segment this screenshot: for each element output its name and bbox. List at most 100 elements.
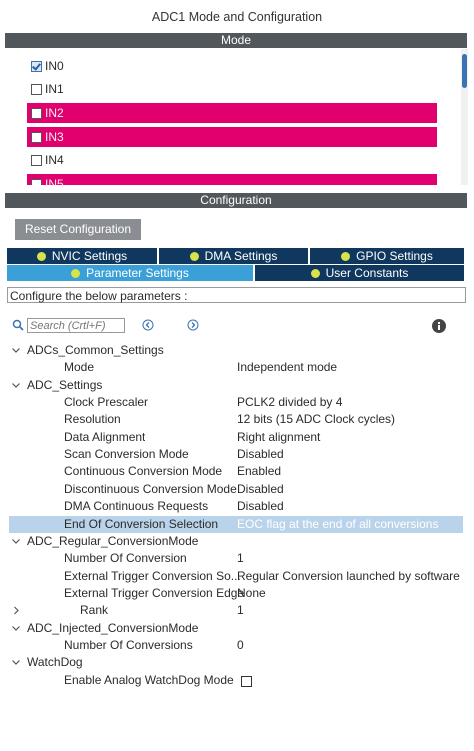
chevron-down-icon[interactable] [11, 654, 21, 671]
tree-param-row[interactable]: DMA Continuous Requests Disabled [9, 498, 463, 515]
mode-channel-label: IN2 [45, 106, 64, 120]
param-value[interactable]: Disabled [237, 498, 463, 515]
checkbox[interactable] [31, 179, 42, 185]
param-name: Continuous Conversion Mode [64, 464, 223, 479]
chevron-down-icon[interactable] [11, 377, 21, 394]
chevron-down-icon[interactable] [11, 533, 21, 550]
window-title: ADC1 Mode and Configuration [151, 10, 323, 24]
tree-subgroup-row[interactable]: Rank 1 [9, 602, 463, 619]
mode-scrollbar-thumb[interactable] [462, 54, 467, 88]
mode-channel-label: IN5 [45, 177, 64, 185]
checkbox-checked[interactable] [31, 61, 42, 72]
tree-group-row[interactable]: ADC_Settings [9, 377, 463, 394]
param-name: External Trigger Conversion So... [64, 568, 241, 583]
param-value[interactable]: None [237, 585, 463, 602]
status-ok-icon [71, 269, 81, 278]
param-name: External Trigger Conversion Edge [64, 585, 245, 600]
chevron-down-icon[interactable] [11, 342, 21, 359]
mode-channel-label: IN4 [45, 153, 64, 167]
mode-channel-list: IN0 IN1 IN2 IN3 IN4 IN5 [5, 49, 461, 185]
param-name: Rank [80, 603, 109, 618]
mode-channel-item[interactable]: IN3 [27, 127, 437, 147]
tab-nvic-settings[interactable]: NVIC Settings [7, 248, 157, 264]
status-ok-icon [341, 252, 351, 261]
param-name: Number Of Conversion [64, 551, 187, 566]
checkbox[interactable] [241, 675, 252, 687]
tree-param-row[interactable]: Mode Independent mode [9, 359, 463, 376]
mode-channel-item[interactable]: IN4 [27, 150, 437, 170]
mode-channel-item[interactable]: IN5 [27, 174, 437, 185]
parameter-description-box: Configure the below parameters : [7, 287, 466, 303]
tree-param-row[interactable]: Continuous Conversion Mode Enabled [9, 463, 463, 480]
mode-channel-item[interactable]: IN1 [27, 79, 437, 99]
search-previous-icon[interactable] [142, 319, 154, 331]
tab-gpio-settings[interactable]: GPIO Settings [310, 248, 464, 264]
tree-param-row[interactable]: Discontinuous Conversion Mode Disabled [9, 481, 463, 498]
tab-label: DMA Settings [204, 249, 278, 263]
mode-section-header[interactable]: Mode [5, 33, 467, 48]
param-name: Resolution [64, 412, 121, 427]
param-name: ADCs_Common_Settings [27, 343, 164, 357]
tree-group-row[interactable]: ADC_Regular_ConversionMode [9, 533, 463, 550]
param-name: DMA Continuous Requests [64, 499, 209, 514]
tab-user-constants[interactable]: User Constants [255, 265, 464, 281]
param-value[interactable]: Regular Conversion launched by software [237, 568, 463, 585]
param-value[interactable]: 12 bits (15 ADC Clock cycles) [237, 411, 463, 428]
configuration-section-header[interactable]: Configuration [5, 193, 467, 208]
tree-param-row[interactable]: Data Alignment Right alignment [9, 429, 463, 446]
tree-param-row[interactable]: Enable Analog WatchDog Mode [9, 672, 463, 689]
mode-channel-item[interactable]: IN2 [27, 103, 437, 123]
checkbox[interactable] [31, 108, 42, 119]
tree-param-row[interactable]: External Trigger Conversion So... Regular… [9, 568, 463, 585]
status-ok-icon [189, 252, 199, 261]
status-ok-icon [36, 252, 46, 261]
param-value[interactable]: 1 [237, 602, 463, 619]
tree-param-row[interactable]: End Of Conversion Selection EOC flag at t… [9, 515, 463, 533]
param-value[interactable]: 1 [237, 550, 463, 567]
tree-param-row[interactable]: Number Of Conversion 1 [9, 550, 463, 567]
tab-label: User Constants [325, 266, 409, 280]
param-name: Clock Prescaler [64, 395, 149, 410]
param-value[interactable]: EOC flag at the end of all conversions [237, 516, 463, 533]
tree-param-row[interactable]: Number Of Conversions 0 [9, 637, 463, 654]
param-name: ADC_Injected_ConversionMode [27, 620, 199, 635]
tree-group-row[interactable]: ADCs_Common_Settings [9, 342, 463, 359]
chevron-right-icon[interactable] [11, 602, 21, 619]
reset-configuration-button[interactable]: Reset Configuration [15, 219, 141, 240]
checkbox[interactable] [31, 132, 42, 143]
info-icon[interactable] [432, 319, 446, 333]
param-value[interactable]: Enabled [237, 463, 463, 480]
param-name: Data Alignment [64, 429, 146, 444]
tab-label: Parameter Settings [86, 266, 189, 280]
param-value[interactable]: PCLK2 divided by 4 [237, 394, 463, 411]
param-value[interactable]: Disabled [237, 446, 463, 463]
mode-channel-label: IN0 [45, 59, 64, 73]
checkbox[interactable] [31, 155, 42, 166]
param-name: End Of Conversion Selection [64, 516, 219, 531]
mode-channel-item[interactable]: IN0 [27, 56, 437, 76]
search-next-icon[interactable] [187, 319, 199, 331]
checkbox[interactable] [31, 84, 42, 95]
param-name: Scan Conversion Mode [64, 447, 189, 462]
param-name: Discontinuous Conversion Mode [64, 481, 237, 496]
tab-dma-settings[interactable]: DMA Settings [159, 248, 308, 264]
param-name: ADC_Settings [27, 377, 103, 392]
tree-param-row[interactable]: Clock Prescaler PCLK2 divided by 4 [9, 394, 463, 411]
tab-label: NVIC Settings [51, 249, 128, 263]
param-value[interactable]: 0 [237, 637, 463, 654]
tree-param-row[interactable]: Resolution 12 bits (15 ADC Clock cycles) [9, 411, 463, 428]
mode-channel-label: IN3 [45, 130, 64, 144]
param-name: Mode [64, 360, 95, 375]
tab-parameter-settings[interactable]: Parameter Settings [7, 265, 253, 281]
tree-group-row[interactable]: WatchDog [9, 654, 463, 671]
tree-param-row[interactable]: Scan Conversion Mode Disabled [9, 446, 463, 463]
mode-channel-label: IN1 [45, 82, 64, 96]
tree-group-row[interactable]: ADC_Injected_ConversionMode [9, 620, 463, 637]
tree-param-row[interactable]: External Trigger Conversion Edge None [9, 585, 463, 602]
chevron-down-icon[interactable] [11, 620, 21, 637]
search-input[interactable] [27, 318, 125, 333]
param-value[interactable]: Right alignment [237, 429, 463, 446]
search-icon[interactable] [12, 319, 24, 331]
param-value[interactable]: Independent mode [237, 359, 463, 376]
param-value[interactable]: Disabled [237, 481, 463, 498]
